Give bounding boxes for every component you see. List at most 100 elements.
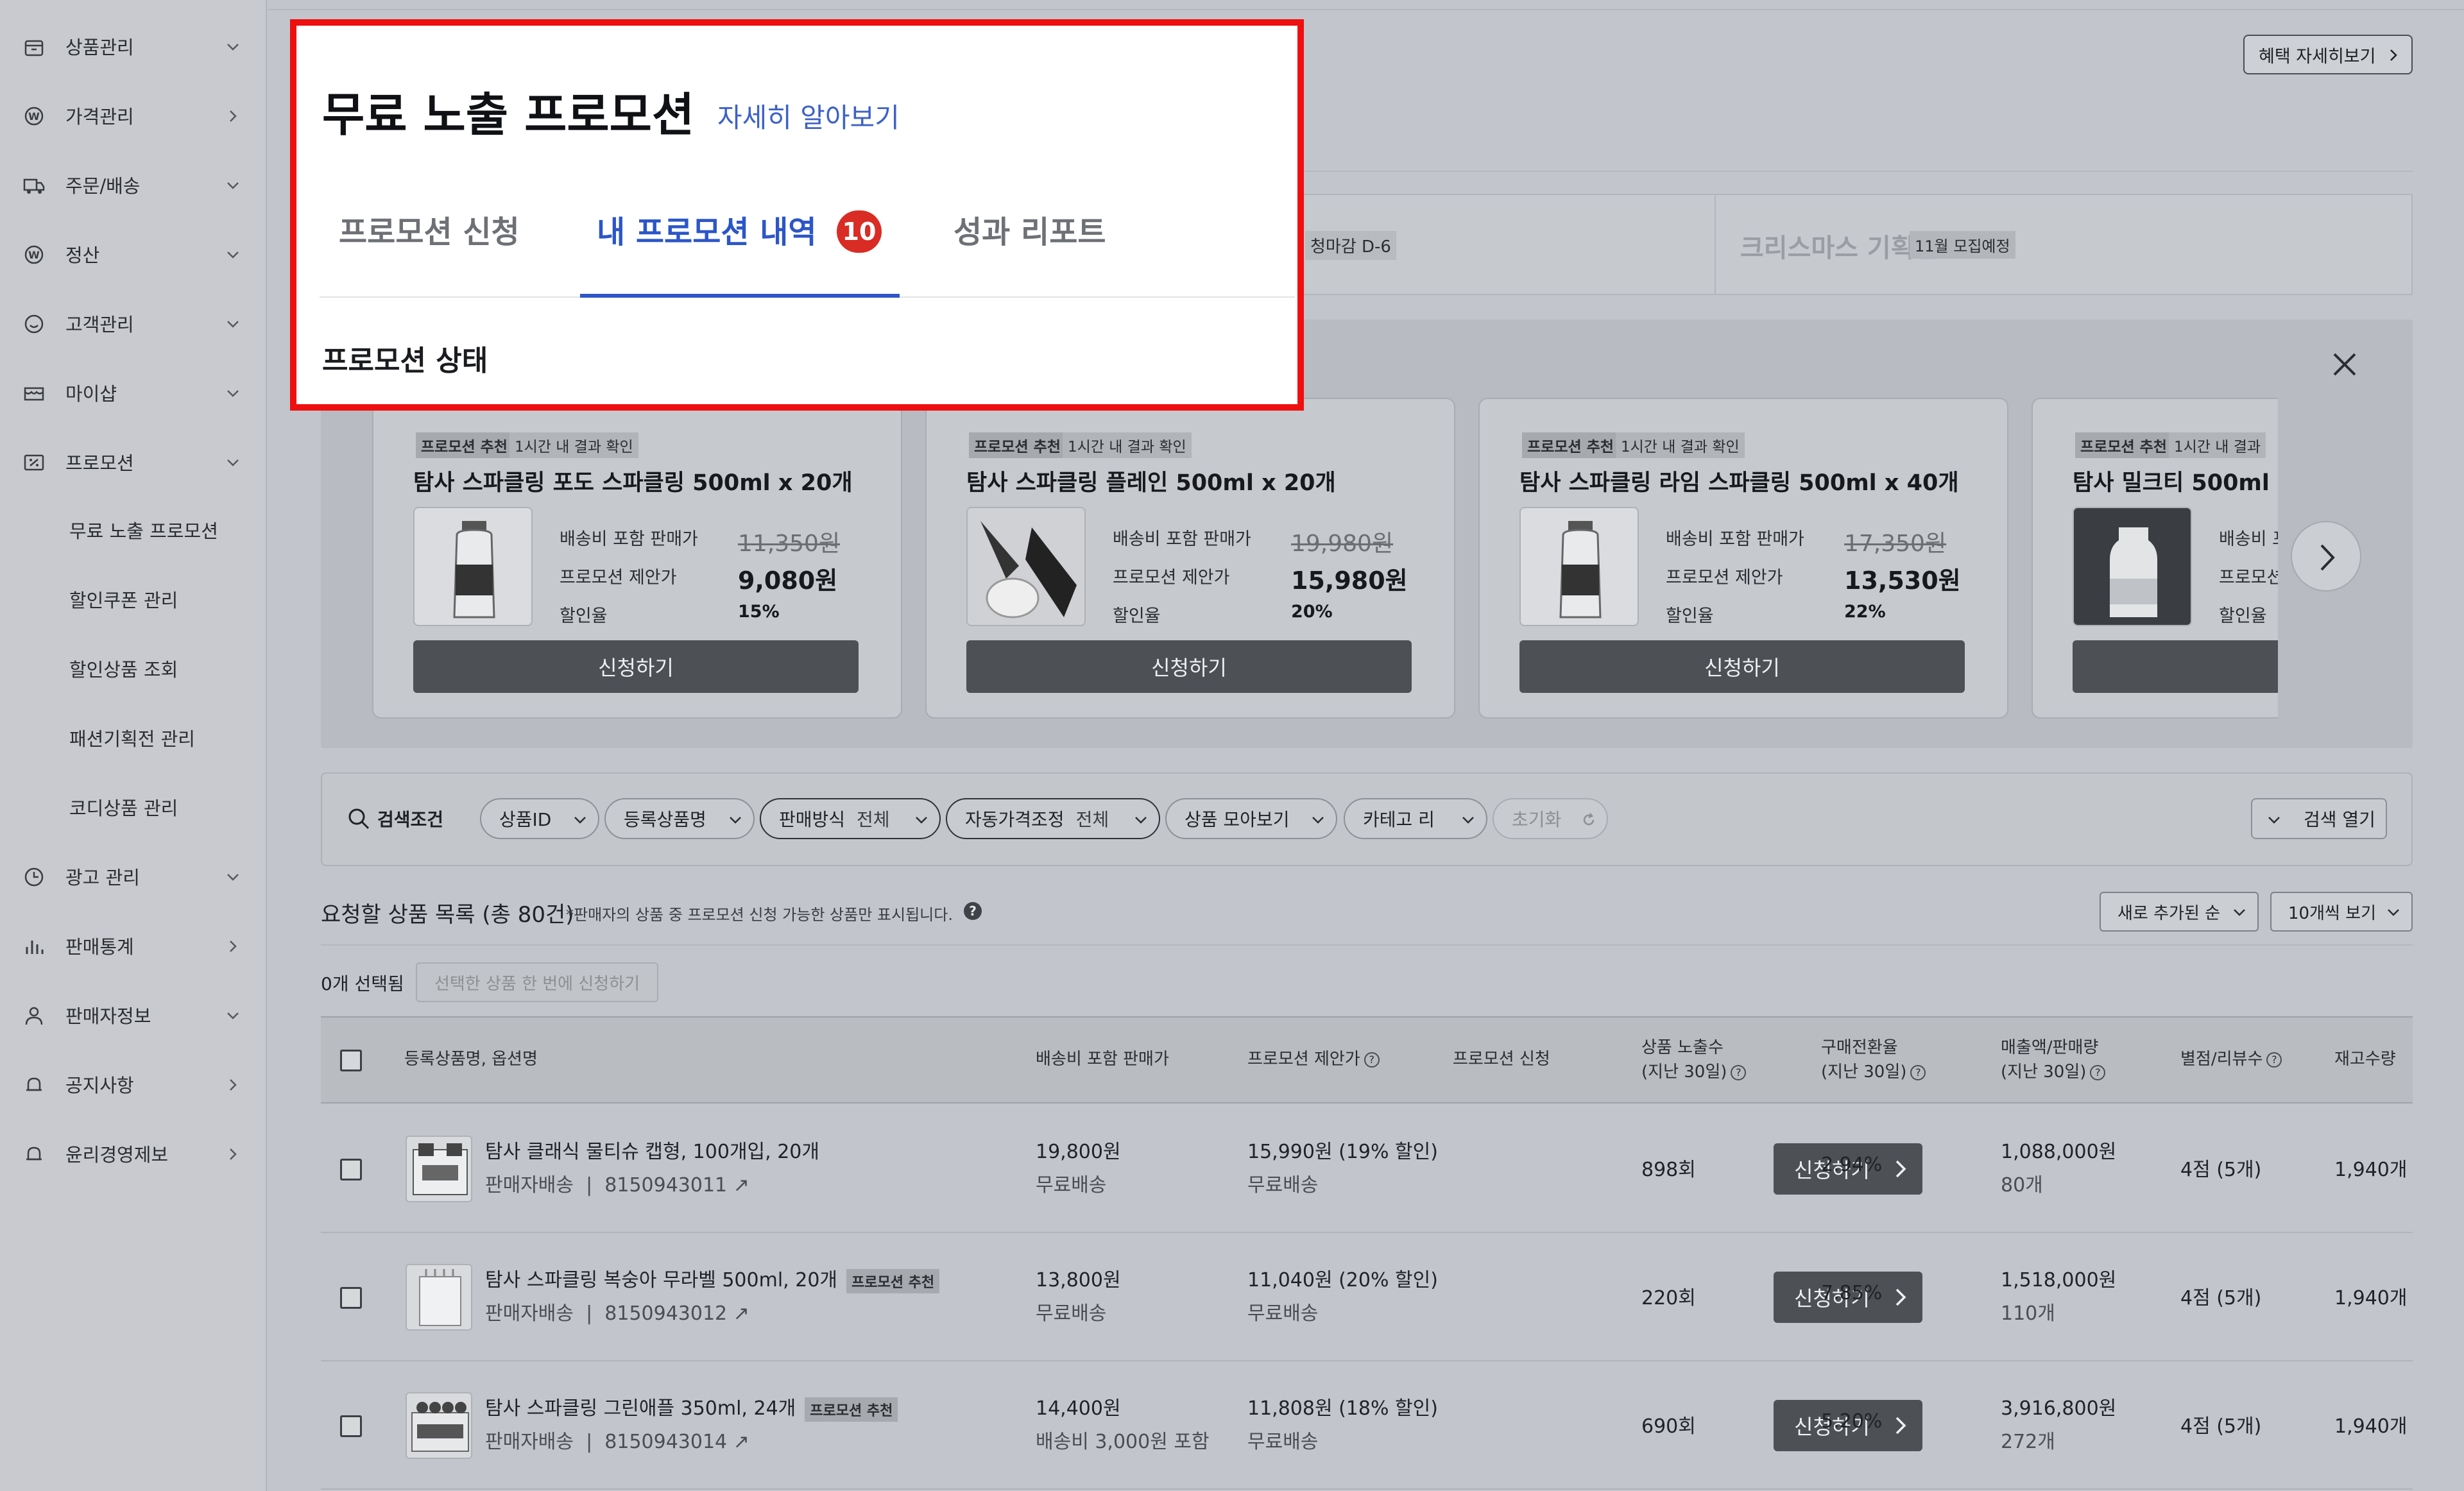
- chevron-down-icon: [227, 182, 239, 189]
- sidebar-item-notices[interactable]: 공지사항: [0, 1065, 267, 1103]
- external-link-icon[interactable]: ↗: [733, 1302, 749, 1325]
- top-divider: [268, 9, 2464, 10]
- sidebar-subitem-codi[interactable]: 코디상품 관리: [0, 788, 267, 826]
- promo-price-label: 프로모션: [2219, 568, 2278, 588]
- page-title: 무료 노출 프로모션: [322, 88, 695, 142]
- open-search-button[interactable]: 검색 열기: [2251, 798, 2387, 839]
- tab-my-promotions[interactable]: 내 프로모션 내역: [597, 207, 817, 251]
- apply-button[interactable]: 신청하기: [966, 640, 1412, 693]
- tab-performance-report[interactable]: 성과 리포트: [954, 207, 1106, 251]
- apply-button[interactable]: 신청하기: [413, 640, 859, 693]
- conversion-rate: 5.20%: [1821, 1410, 1883, 1433]
- select-all-checkbox[interactable]: [340, 1050, 362, 1071]
- help-icon[interactable]: ?: [1731, 1064, 1747, 1080]
- sidebar: 상품관리 W 가격관리 주문/배송 W 정산 고객관리 마이샵 프로모션 무료 …: [0, 0, 267, 1491]
- help-icon[interactable]: ?: [1364, 1052, 1380, 1068]
- sidebar-item-seller-info[interactable]: 판매자정보: [0, 996, 267, 1034]
- filter-product-group[interactable]: 상품 모아보기: [1165, 798, 1337, 839]
- column-header-promo: 프로모션 제안가?: [1247, 1047, 1380, 1071]
- sidebar-item-products[interactable]: 상품관리: [0, 27, 267, 65]
- product-name[interactable]: 탐사 클래식 물티슈 캡형, 100개입, 20개: [485, 1136, 819, 1164]
- chevron-right-icon: [1895, 1288, 1906, 1306]
- price-label: 배송비 포함 판매가: [560, 529, 698, 549]
- bulk-apply-button[interactable]: 선택한 상품 한 번에 신청하기: [416, 962, 658, 1002]
- active-tab-indicator: [580, 294, 900, 298]
- benefit-details-button[interactable]: 혜택 자세히보기: [2243, 35, 2413, 74]
- filter-product-id[interactable]: 상품ID: [480, 798, 599, 839]
- page-size-select[interactable]: 10개씩 보기: [2270, 892, 2413, 932]
- sort-select[interactable]: 새로 추가된 순: [2100, 892, 2259, 932]
- column-header-conversion-text: 구매전환율: [1821, 1038, 1898, 1057]
- help-icon[interactable]: ?: [2090, 1064, 2106, 1080]
- sidebar-item-label: 주문/배송: [65, 175, 141, 197]
- filter-label: 상품 모아보기: [1185, 809, 1290, 830]
- product-id[interactable]: 8150943011: [604, 1174, 727, 1197]
- sidebar-item-pricing[interactable]: W 가격관리: [0, 96, 267, 135]
- sidebar-subitem-fashion[interactable]: 패션기획전 관리: [0, 719, 267, 757]
- filter-sales-method[interactable]: 판매방식 전체: [760, 798, 941, 839]
- row-checkbox[interactable]: [340, 1287, 362, 1309]
- selected-count: 0개 선택됨: [321, 973, 404, 994]
- page-size-value: 10개씩 보기: [2288, 903, 2377, 923]
- recommendation-cards: 프로모션 추천 1시간 내 결과 확인 탐사 스파클링 포도 스파클링 500m…: [321, 385, 2278, 731]
- carousel-next-button[interactable]: [2291, 521, 2361, 592]
- promo-price-label: 프로모션 제안가: [1666, 568, 1783, 588]
- bell-icon: [26, 1146, 42, 1161]
- chevron-down-icon: [916, 817, 927, 824]
- sidebar-item-settlement[interactable]: W 정산: [0, 235, 267, 273]
- sidebar-item-promotion[interactable]: 프로모션: [0, 443, 267, 481]
- close-icon[interactable]: [2329, 349, 2360, 380]
- user-icon: [25, 1007, 43, 1025]
- row-checkbox[interactable]: [340, 1415, 362, 1437]
- external-link-icon[interactable]: ↗: [733, 1174, 749, 1197]
- filter-auto-price[interactable]: 자동가격조정 전체: [946, 798, 1160, 839]
- price-label: 배송비 포함 판매가: [1666, 529, 1804, 549]
- discount-rate: 20%: [1291, 602, 1333, 622]
- external-link-icon[interactable]: ↗: [733, 1431, 749, 1453]
- tab-promotion-apply[interactable]: 프로모션 신청: [339, 207, 520, 251]
- product-name-cell: 탐사 스파클링 그린애플 350ml, 24개 프로모션 추천: [485, 1392, 898, 1422]
- event-tab-christmas[interactable]: 크리스마스 기획전: [1740, 227, 1938, 264]
- box-icon: [24, 40, 44, 56]
- reset-filter-button[interactable]: 초기화: [1493, 798, 1608, 839]
- event-deadline-badge: 청마감 D-6: [1305, 231, 1396, 260]
- list-note: *판매자의 상품 중 프로모션 신청 가능한 상품만 표시됩니다.: [566, 906, 953, 924]
- price-label: 배송비 포함 판매가: [1113, 529, 1251, 549]
- sidebar-item-stats[interactable]: 판매통계: [0, 926, 267, 965]
- filter-category[interactable]: 카테고 리: [1344, 798, 1487, 839]
- apply-button[interactable]: 신: [2073, 640, 2278, 693]
- row-checkbox[interactable]: [340, 1159, 362, 1180]
- product-image: [406, 1264, 472, 1331]
- promo-price: 11,808원 (18% 할인): [1247, 1397, 1438, 1420]
- product-name[interactable]: 탐사 스파클링 그린애플 350ml, 24개: [485, 1397, 796, 1420]
- exposure-count: 690회: [1641, 1415, 1696, 1438]
- chevron-down-icon: [574, 817, 586, 824]
- product-meta: 판매자배송 | 8150943011 ↗: [485, 1174, 749, 1197]
- help-icon[interactable]: ?: [2266, 1052, 2282, 1068]
- product-id[interactable]: 8150943014: [604, 1431, 727, 1453]
- sidebar-item-ads[interactable]: 광고 관리: [0, 857, 267, 896]
- divider: [1715, 195, 1716, 294]
- apply-button[interactable]: 신청하기: [1519, 640, 1965, 693]
- help-icon[interactable]: ?: [964, 902, 982, 920]
- sidebar-item-orders[interactable]: 주문/배송: [0, 166, 267, 204]
- sidebar-subitem-coupon[interactable]: 할인쿠폰 관리: [0, 580, 267, 618]
- filter-product-name[interactable]: 등록상품명: [604, 798, 755, 839]
- sidebar-subitem-discount-products[interactable]: 할인상품 조회: [0, 649, 267, 688]
- table-row: 탐사 스파클링 그린애플 350ml, 24개 프로모션 추천 판매자배송 | 8…: [321, 1361, 2413, 1490]
- column-header-sales: 매출액/판매량 (지난 30일)?: [2001, 1035, 2106, 1084]
- chevron-right-icon: [230, 941, 237, 952]
- product-name[interactable]: 탐사 스파클링 복숭아 무라벨 500ml, 20개: [485, 1269, 837, 1291]
- learn-more-link[interactable]: 자세히 알아보기: [717, 96, 900, 135]
- discount-rate: 22%: [1844, 602, 1886, 622]
- sidebar-subitem-label: 할인상품 조회: [69, 659, 178, 681]
- refresh-icon: [1583, 813, 1595, 826]
- sidebar-subitem-free-exposure[interactable]: 무료 노출 프로모션: [0, 511, 267, 549]
- product-id[interactable]: 8150943012: [604, 1302, 727, 1325]
- sidebar-item-ethics[interactable]: 윤리경영제보: [0, 1134, 267, 1173]
- help-icon[interactable]: ?: [1910, 1064, 1926, 1080]
- sidebar-subitem-label: 코디상품 관리: [69, 797, 178, 819]
- sidebar-item-myshop[interactable]: 마이샵: [0, 373, 267, 412]
- recommendation-card: 프로모션 추천 1시간 내 결과 탐사 밀크티 500ml x 2 배송비 포 …: [2032, 398, 2278, 719]
- sidebar-item-customers[interactable]: 고객관리: [0, 304, 267, 343]
